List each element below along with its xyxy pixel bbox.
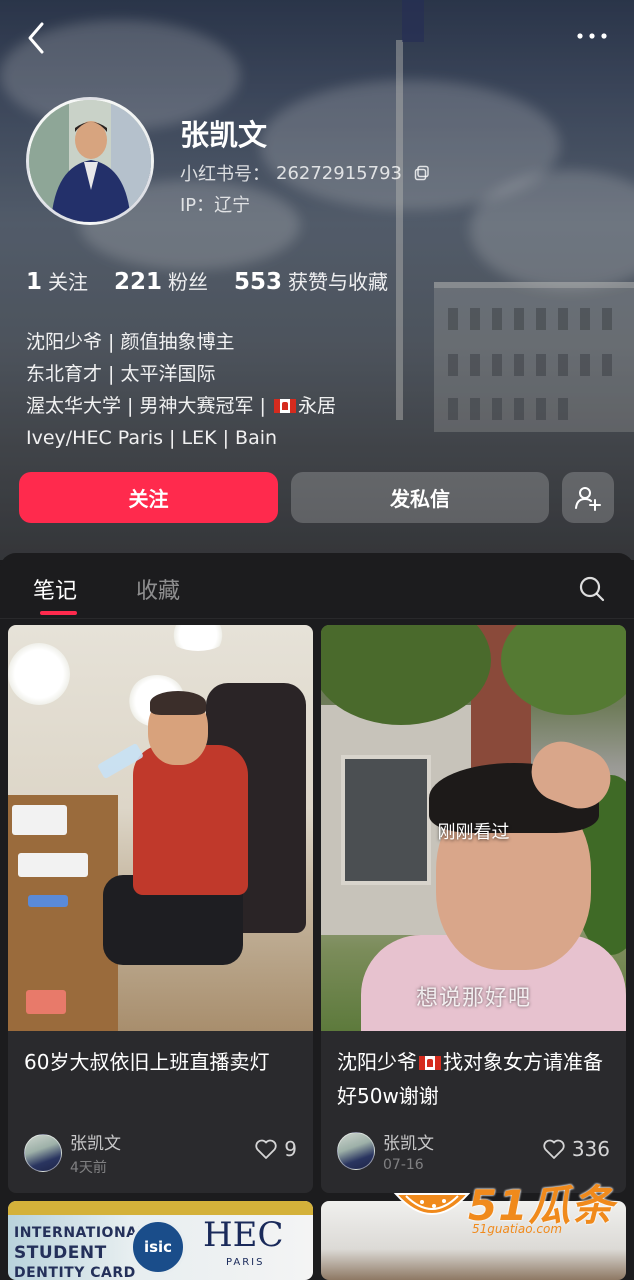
like-button[interactable]: 336 [542,1137,610,1161]
like-count: 336 [571,1137,610,1161]
bio-line: 渥太华大学 | 男神大赛冠军 | 永居 [26,390,336,422]
note-title: 沈阳少爷 找对象女方请准备好50w谢谢 [337,1045,612,1113]
stat-following[interactable]: 1 关注 [26,266,88,295]
stat-number: 553 [234,269,283,295]
follow-button[interactable]: 关注 [19,472,278,523]
watermelon-logo-icon [393,1193,471,1215]
profile-header: 张凯文 小红书号： 26272915793 IP：辽宁 1 关注 221 粉丝 5… [0,0,634,560]
chevron-left-icon [28,22,44,54]
heart-icon [255,1139,277,1159]
bio-line: 东北育才 | 太平洋国际 [26,363,216,385]
profile-stats: 1 关注 221 粉丝 553 获赞与收藏 [26,266,388,295]
tab-notes[interactable]: 笔记 [33,573,77,605]
tab-collections[interactable]: 收藏 [136,573,180,605]
video-subtitle: 想说那好吧 [415,986,531,1011]
note-card[interactable]: 刚刚看过 想说那好吧 沈阳少爷 找对象女方请准备好50w谢谢 张凯文 07-16 … [321,625,626,1193]
like-count: 9 [284,1137,297,1161]
canada-flag-icon [273,399,296,413]
note-thumbnail [8,625,313,1031]
note-card[interactable]: INTERNATIONAL STUDENT DENTITY CARD isic … [8,1201,313,1280]
stat-likes-collections[interactable]: 553 获赞与收藏 [234,266,388,295]
stat-label: 获赞与收藏 [288,270,389,294]
id-label: 小红书号： [180,164,270,185]
hec-logo: HEC [203,1215,284,1255]
bio-line: 沈阳少爷 | 颜值抽象博主 [26,331,235,353]
message-button[interactable]: 发私信 [291,472,549,523]
profile-name: 张凯文 [180,118,268,152]
content-tabs: 笔记 收藏 [0,553,634,619]
stat-label: 粉丝 [168,270,209,294]
note-title-text: 沈阳少爷 [337,1050,417,1074]
watermark-url: 51guatiao.com [472,1222,563,1236]
back-button[interactable] [22,18,52,58]
note-thumbnail: INTERNATIONAL STUDENT DENTITY CARD isic … [8,1201,313,1280]
post-date: 4天前 [70,1160,107,1176]
like-button[interactable]: 9 [254,1137,297,1161]
more-dots-icon [577,33,607,39]
canada-flag-icon [419,1056,441,1070]
stat-number: 221 [114,269,163,295]
bio-text: 永居 [297,395,336,417]
stat-followers[interactable]: 221 粉丝 [114,266,208,295]
profile-bio: 沈阳少爷 | 颜值抽象博主 东北育才 | 太平洋国际 渥太华大学 | 男神大赛冠… [26,326,336,454]
stat-number: 1 [26,269,43,295]
site-watermark: 51瓜条 51guatiao.com [392,1168,632,1248]
avatar-photo [29,100,151,222]
author-name: 张凯文 [70,1134,121,1154]
author-name: 张凯文 [383,1134,434,1154]
note-thumbnail: 刚刚看过 想说那好吧 [321,625,626,1031]
ip-location: IP：辽宁 [180,195,251,216]
note-author[interactable]: 张凯文 4天前 [24,1129,121,1177]
bio-text: 渥太华大学 | 男神大赛冠军 | [26,395,272,417]
heart-icon [543,1139,565,1159]
bio-line: Ivey/HEC Paris | LEK | Bain [26,427,278,449]
add-user-icon [575,486,601,511]
copy-icon[interactable] [414,165,430,181]
rednote-id: 小红书号： 26272915793 [180,160,430,186]
stat-label: 关注 [48,270,89,294]
note-author[interactable]: 张凯文 07-16 [337,1129,434,1173]
note-title: 60岁大叔依旧上班直播卖灯 [24,1050,270,1074]
note-card[interactable]: 60岁大叔依旧上班直播卖灯 张凯文 4天前 9 [8,625,313,1193]
author-avatar [24,1134,62,1172]
recently-viewed-label: 刚刚看过 [437,822,510,843]
active-tab-indicator [40,611,77,615]
id-value: 26272915793 [276,162,402,184]
search-icon [579,576,605,602]
isic-logo: isic [130,1219,186,1275]
author-avatar [337,1132,375,1170]
profile-actions: 关注 发私信 [19,472,614,523]
id-card-text: INTERNATIONAL STUDENT DENTITY CARD [14,1225,147,1280]
avatar[interactable] [26,97,154,225]
more-button[interactable] [572,22,612,50]
add-friend-button[interactable] [562,472,614,523]
hec-logo-sub: PARIS [226,1257,265,1268]
search-button[interactable] [578,575,606,603]
